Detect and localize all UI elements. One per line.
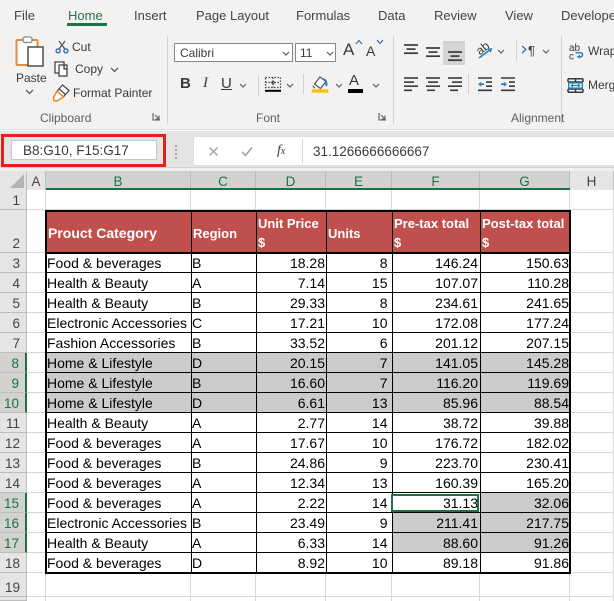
svg-text:c: c bbox=[569, 52, 574, 61]
svg-text:¶: ¶ bbox=[528, 43, 535, 58]
